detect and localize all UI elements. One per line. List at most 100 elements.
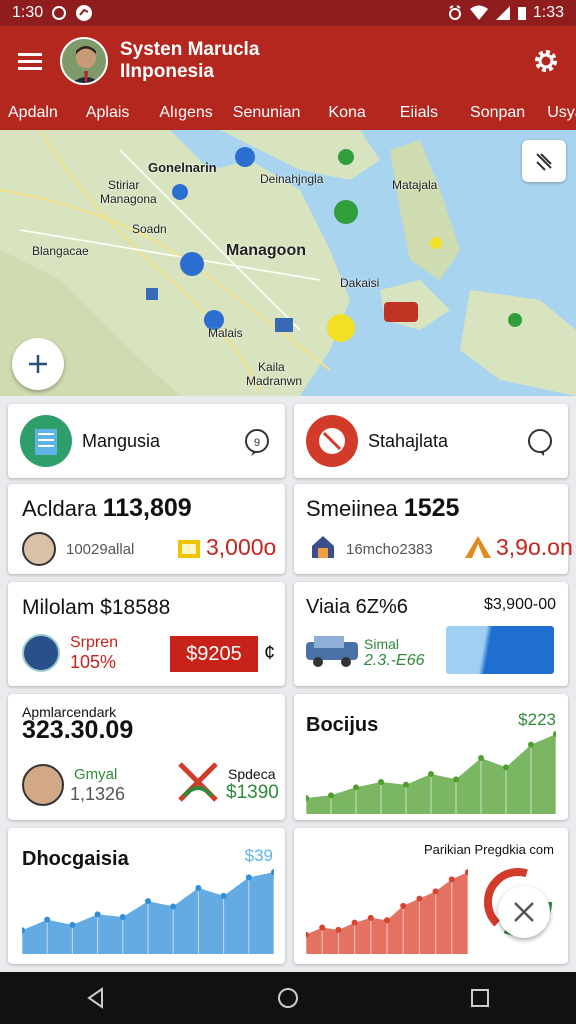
map-label: Malais xyxy=(208,326,243,340)
tab-sonpan[interactable]: Sonpan xyxy=(446,104,533,122)
chart-point xyxy=(195,884,202,891)
hamburger-icon xyxy=(18,53,42,70)
tab-apdaln[interactable]: Apdaln xyxy=(0,104,66,122)
finance-card-milolam[interactable]: Milolam $18588 Srpren 105% $9205 ¢ xyxy=(8,582,285,686)
close-icon xyxy=(514,902,534,922)
tab-aligens[interactable]: Alıgens xyxy=(137,104,220,122)
chart-card-dhocgaisia[interactable]: Dhocgaisia $39 xyxy=(8,828,285,964)
map-label: Madranwn xyxy=(246,374,303,388)
chart-point xyxy=(503,764,509,771)
building-icon xyxy=(20,415,72,467)
stat-name: Smeiinea 1525 xyxy=(306,494,459,523)
stat-name: Acldara 113,809 xyxy=(22,494,192,523)
chart-point xyxy=(69,921,76,928)
map-label: Soadn xyxy=(132,222,167,236)
app-notification-icon xyxy=(76,5,93,21)
circle-icon xyxy=(52,6,67,20)
avatar[interactable] xyxy=(60,37,108,85)
home-icon[interactable] xyxy=(276,986,300,1010)
map-label: Deinahjngla xyxy=(260,172,324,186)
chart-point xyxy=(428,771,434,777)
no-entry-icon xyxy=(306,415,358,467)
map-layers-button[interactable] xyxy=(522,140,566,182)
stat-card-acldara[interactable]: Acldara 113,809 10029allal 3,000o xyxy=(8,484,285,574)
status-time-left: 1:30 xyxy=(12,4,44,21)
status-time-right: 1:33 xyxy=(532,4,564,21)
tab-aplais[interactable]: Aplais xyxy=(66,104,138,122)
stat-label: Smeiinea xyxy=(306,496,398,521)
app-bar: Systen Marucla IInponesia xyxy=(0,26,576,96)
tab-senunian[interactable]: Senunian xyxy=(221,104,309,122)
category-card-stahajlata[interactable]: Stahajlata xyxy=(294,404,568,478)
summary-g-value: 1,1326 xyxy=(70,784,126,804)
stat-amount: 3,000o xyxy=(206,534,277,560)
summary-g-label: Gmyal xyxy=(74,766,118,783)
chart-point xyxy=(528,741,534,748)
stat-sub: 16mcho2383 xyxy=(346,541,433,558)
signal-icon xyxy=(495,6,510,20)
svg-text:9: 9 xyxy=(254,437,260,449)
chart-card-bocijus[interactable]: Bocijus $223 xyxy=(294,694,568,820)
tab-usyatr[interactable]: Usyatr xyxy=(533,104,576,122)
finance-card-viaia[interactable]: Viaia 6Z%6 $3,900-00 Simal 2.3.-E66 xyxy=(294,582,568,686)
card-title: Viaia 6Z%6 xyxy=(306,596,408,618)
house-icon xyxy=(312,536,334,558)
map-view[interactable]: Gonelnarin Stiriar Managona Soadn Deinah… xyxy=(0,130,576,396)
chart-point xyxy=(432,888,439,895)
app-title: Systen Marucla IInponesia xyxy=(120,39,320,83)
person-portrait-icon xyxy=(62,39,106,83)
stat-amount: 3,9o.on xyxy=(496,534,573,560)
tab-kona[interactable]: Kona xyxy=(308,104,373,122)
chart-point xyxy=(478,755,484,761)
chart-point xyxy=(416,895,423,902)
chart-point xyxy=(328,792,334,799)
area-chart xyxy=(22,869,274,954)
stat-value: 1525 xyxy=(403,494,460,522)
map-label: Managona xyxy=(100,192,157,206)
avatar xyxy=(22,532,56,566)
settings-button[interactable] xyxy=(516,31,576,91)
tab-eiials[interactable]: Eiials xyxy=(374,104,446,122)
finance-amount: $3,900-00 xyxy=(483,596,556,613)
app-title-line2: IInponesia xyxy=(120,61,214,82)
chart-point xyxy=(220,892,227,899)
finance-value: 2.3.-E66 xyxy=(364,652,425,669)
avatar xyxy=(22,764,64,806)
stat-value: 113,809 xyxy=(102,494,192,522)
chart-point xyxy=(335,926,342,933)
finance-badge: $9205 xyxy=(170,636,258,672)
wifi-icon xyxy=(469,5,488,20)
map-land xyxy=(0,130,576,396)
back-icon[interactable] xyxy=(84,986,108,1010)
map-label: Matajala xyxy=(392,178,438,192)
map-label: Stiriar xyxy=(108,178,140,192)
chart-point xyxy=(170,903,177,910)
recents-icon[interactable] xyxy=(468,986,492,1010)
close-button[interactable] xyxy=(498,886,550,938)
chart-point xyxy=(119,914,126,921)
chart-amount: $39 xyxy=(244,846,273,865)
zoom-in-button[interactable] xyxy=(12,338,64,390)
building-icon xyxy=(178,540,200,558)
chart-point xyxy=(378,779,384,785)
map-label: Managoon xyxy=(226,242,306,259)
finance-pct: 105% xyxy=(70,652,117,672)
chart-point xyxy=(351,919,358,926)
summary-s-label: Spdeca xyxy=(228,766,276,782)
chart-point xyxy=(403,781,409,788)
chart-point xyxy=(453,776,459,783)
gear-icon xyxy=(535,50,557,72)
tent-icon xyxy=(465,536,491,558)
progress-bar xyxy=(446,626,554,674)
chat-icon[interactable]: 9 xyxy=(243,428,271,456)
chart-point xyxy=(353,784,359,791)
stat-sub: 10029allal xyxy=(66,541,135,558)
chart-point xyxy=(245,874,252,881)
chat-icon[interactable] xyxy=(526,428,554,456)
stat-card-smeiinea[interactable]: Smeiinea 1525 16mcho2383 3,9o.on xyxy=(294,484,573,574)
category-card-mangusia[interactable]: Mangusia 9 xyxy=(8,404,285,478)
summary-card[interactable]: Apmlarcendark 323.30.09 Gmyal 1,1326 Spd… xyxy=(8,694,285,820)
avatar xyxy=(22,634,60,672)
car-icon xyxy=(306,636,358,667)
menu-button[interactable] xyxy=(0,26,60,96)
